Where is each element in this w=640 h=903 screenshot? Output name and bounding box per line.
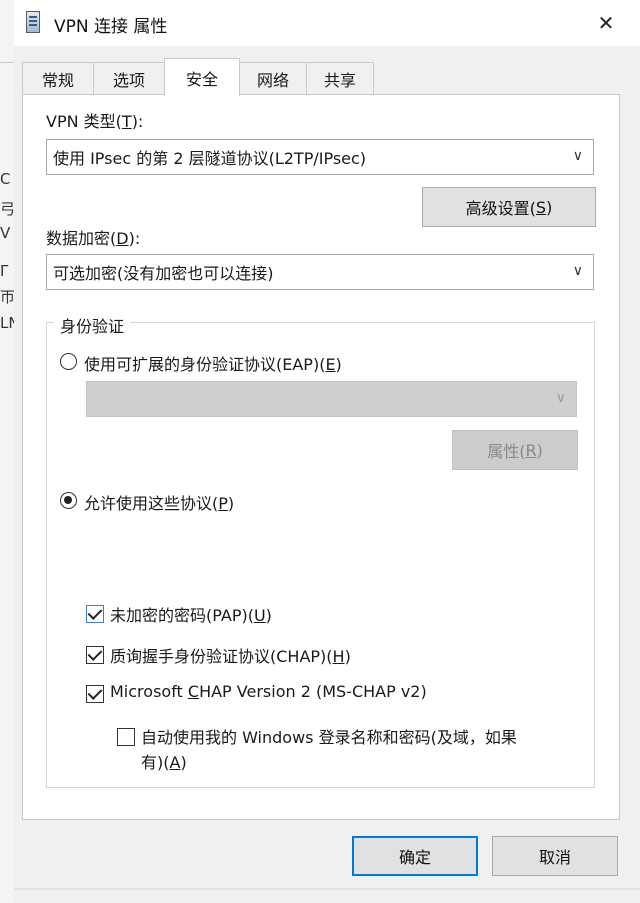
pap-checkbox[interactable] (86, 605, 104, 623)
tab-security[interactable]: 安全 (164, 58, 240, 96)
mschapv2-checkbox-label[interactable]: Microsoft CHAP Version 2 (MS-CHAP v2) (110, 682, 427, 701)
auto-windows-login-label-line2[interactable]: 有)(A) (141, 749, 187, 773)
cancel-button-label: 取消 (538, 848, 571, 867)
allow-protocols-radio[interactable] (60, 492, 77, 509)
close-icon: ✕ (597, 11, 615, 35)
allow-protocols-radio-label[interactable]: 允许使用这些协议(P) (84, 490, 234, 514)
auto-windows-login-label-line1[interactable]: 自动使用我的 Windows 登录名称和密码(及域，如果 (141, 724, 517, 748)
data-encryption-value: 可选加密(没有加密也可以连接) (53, 264, 274, 283)
tab-general[interactable]: 常规 (22, 62, 94, 94)
close-button[interactable]: ✕ (588, 6, 624, 40)
chevron-down-icon: ∨ (555, 390, 566, 406)
tab-sharing[interactable]: 共享 (306, 62, 374, 94)
tab-networking[interactable]: 网络 (239, 62, 307, 94)
eap-method-select[interactable]: ∨ (86, 381, 577, 417)
pap-checkbox-label[interactable]: 未加密的密码(PAP)(U) (110, 602, 272, 626)
window-title: VPN 连接 属性 (54, 17, 168, 37)
tab-label: 常规 (41, 70, 74, 90)
chevron-down-icon: ∨ (572, 263, 583, 279)
tab-options[interactable]: 选项 (93, 62, 165, 94)
background-window (0, 0, 15, 903)
ok-button[interactable]: 确定 (352, 836, 478, 876)
vpn-type-value: 使用 IPsec 的第 2 层隧道协议(L2TP/IPsec) (53, 149, 367, 168)
tab-strip-edge (0, 62, 14, 95)
data-encryption-label: 数据加密(D): (46, 229, 141, 248)
background-text-fragment: Γ (0, 262, 9, 280)
network-connection-icon (26, 11, 40, 33)
eap-radio-label[interactable]: 使用可扩展的身份验证协议(EAP)(E) (84, 351, 342, 375)
mschapv2-checkbox[interactable] (86, 685, 104, 703)
eap-radio[interactable] (60, 353, 77, 370)
advanced-settings-button[interactable]: 高级设置(S) (422, 187, 596, 227)
chevron-down-icon: ∨ (572, 148, 583, 164)
data-encryption-select[interactable]: 可选加密(没有加密也可以连接) ∨ (46, 254, 594, 290)
background-text-fragment: 帀 (0, 288, 16, 306)
bottom-divider (14, 888, 640, 890)
background-text-fragment: V (0, 224, 11, 242)
ok-button-label: 确定 (398, 848, 431, 867)
authentication-group-title: 身份验证 (54, 313, 131, 337)
cancel-button[interactable]: 取消 (492, 836, 618, 876)
chap-checkbox-label[interactable]: 质询握手身份验证协议(CHAP)(H) (110, 643, 351, 667)
vpn-type-label: VPN 类型(T): (46, 112, 144, 131)
background-text-fragment: 弓 (0, 200, 16, 218)
tab-label: 共享 (323, 70, 356, 90)
auto-windows-login-checkbox[interactable] (117, 728, 135, 746)
chap-checkbox[interactable] (86, 646, 104, 664)
tab-label: 选项 (112, 70, 145, 90)
tab-label: 网络 (256, 70, 289, 90)
vpn-type-select[interactable]: 使用 IPsec 的第 2 层隧道协议(L2TP/IPsec) ∨ (46, 139, 594, 175)
tab-label: 安全 (185, 69, 218, 89)
background-text-fragment: C (0, 170, 11, 188)
eap-properties-button[interactable]: 属性(R) (452, 430, 578, 470)
